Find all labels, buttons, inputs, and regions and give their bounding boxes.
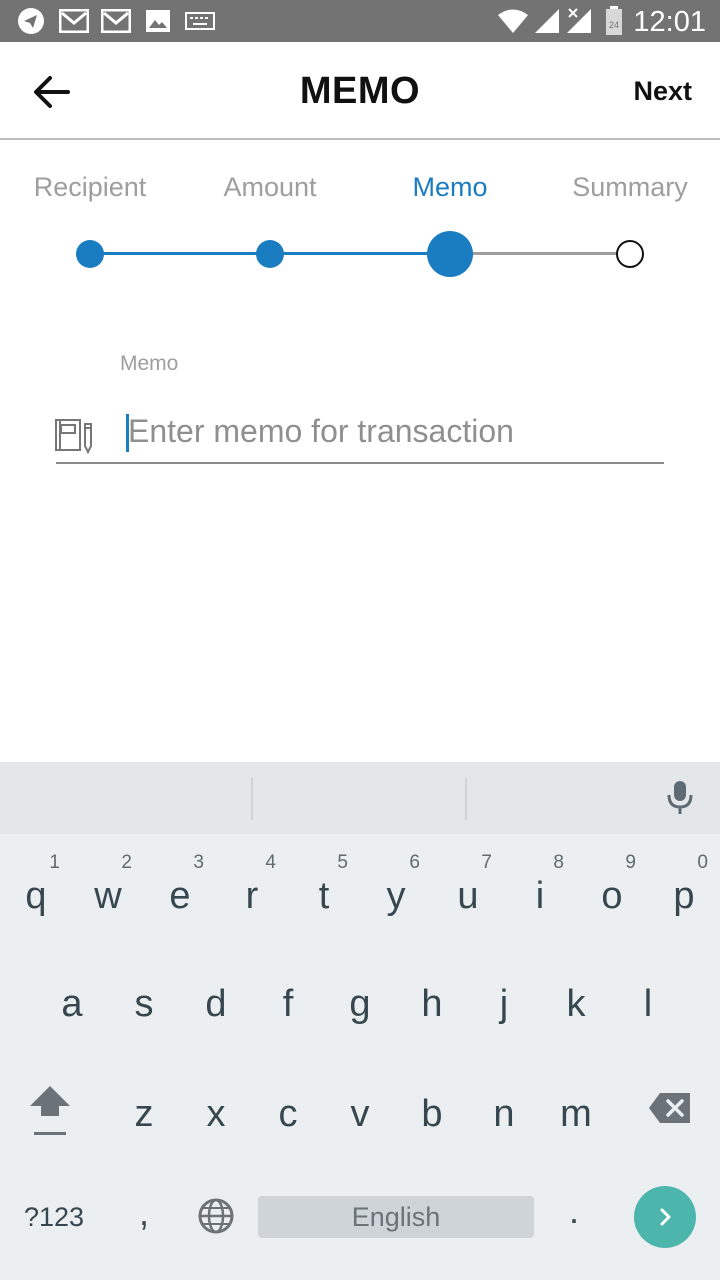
page-title: MEMO (299, 70, 421, 112)
memo-field (55, 400, 664, 464)
globe-icon (198, 1198, 234, 1234)
text-cursor (126, 414, 129, 452)
wifi-icon (496, 7, 530, 35)
step-dot-recipient (76, 240, 104, 268)
step-label-memo: Memo (412, 172, 488, 202)
key-j[interactable]: j (468, 948, 540, 1048)
key-z[interactable]: z (108, 1058, 180, 1158)
key-w[interactable]: 2w (72, 840, 144, 940)
memo-field-label: Memo (120, 352, 179, 375)
key-y[interactable]: 6y (360, 840, 432, 940)
gmail-icon (100, 7, 132, 35)
backspace-icon (649, 1093, 690, 1123)
battery-icon: 24 (604, 6, 624, 35)
language-key[interactable] (192, 1192, 240, 1240)
step-connector-done (90, 252, 270, 255)
key-b[interactable]: b (396, 1058, 468, 1158)
period-key[interactable]: . (554, 1186, 594, 1236)
suggestion-strip (0, 762, 720, 834)
signal-icon (532, 7, 562, 35)
symbols-key[interactable]: ?123 (14, 1192, 94, 1242)
key-f[interactable]: f (252, 948, 324, 1048)
shift-icon (30, 1086, 70, 1135)
soft-keyboard: 1q 2w 3e 4r 5t 6y 7u 8i 9o 0p a s d f g … (0, 762, 720, 1280)
key-n[interactable]: n (468, 1058, 540, 1158)
key-k[interactable]: k (540, 948, 612, 1048)
key-h[interactable]: h (396, 948, 468, 1048)
suggestion-divider (465, 778, 467, 820)
key-g[interactable]: g (324, 948, 396, 1048)
keyboard-icon (184, 7, 216, 35)
key-t[interactable]: 5t (288, 840, 360, 940)
microphone-icon[interactable] (658, 776, 702, 820)
step-label-amount: Amount (223, 172, 317, 202)
shift-key[interactable] (22, 1076, 78, 1148)
key-u[interactable]: 7u (432, 840, 504, 940)
status-time: 12:01 (633, 6, 706, 38)
svg-text:24: 24 (609, 20, 619, 30)
key-a[interactable]: a (36, 948, 108, 1048)
key-l[interactable]: l (612, 948, 684, 1048)
notebook-pencil-icon (55, 419, 92, 454)
step-dot-memo (427, 231, 473, 277)
next-button[interactable]: Next (633, 76, 692, 107)
step-dot-summary (616, 240, 644, 268)
backspace-key[interactable] (640, 1080, 700, 1136)
space-key[interactable]: English (258, 1196, 534, 1238)
image-icon (144, 7, 172, 35)
enter-key[interactable] (634, 1186, 696, 1248)
key-v[interactable]: v (324, 1058, 396, 1158)
chevron-right-icon (660, 1208, 671, 1226)
key-s[interactable]: s (108, 948, 180, 1048)
step-connector-done (270, 252, 450, 255)
suggestion-divider (251, 778, 253, 820)
key-d[interactable]: d (180, 948, 252, 1048)
step-label-recipient: Recipient (33, 172, 147, 202)
status-bar: 24 12:01 (0, 0, 720, 42)
key-p[interactable]: 0p (648, 840, 720, 940)
key-r[interactable]: 4r (216, 840, 288, 940)
step-connector-pending (450, 252, 630, 255)
key-o[interactable]: 9o (576, 840, 648, 940)
step-dot-amount (256, 240, 284, 268)
gmail-icon (58, 7, 90, 35)
telegram-icon (16, 7, 46, 35)
key-e[interactable]: 3e (144, 840, 216, 940)
key-m[interactable]: m (540, 1058, 612, 1158)
memo-input[interactable] (126, 404, 656, 458)
key-x[interactable]: x (180, 1058, 252, 1158)
comma-key[interactable]: , (124, 1188, 164, 1238)
key-i[interactable]: 8i (504, 840, 576, 940)
signal-icon (564, 7, 594, 35)
key-q[interactable]: 1q (0, 840, 72, 940)
key-c[interactable]: c (252, 1058, 324, 1158)
step-label-summary: Summary (572, 172, 688, 202)
app-bar: MEMO Next (0, 42, 720, 140)
